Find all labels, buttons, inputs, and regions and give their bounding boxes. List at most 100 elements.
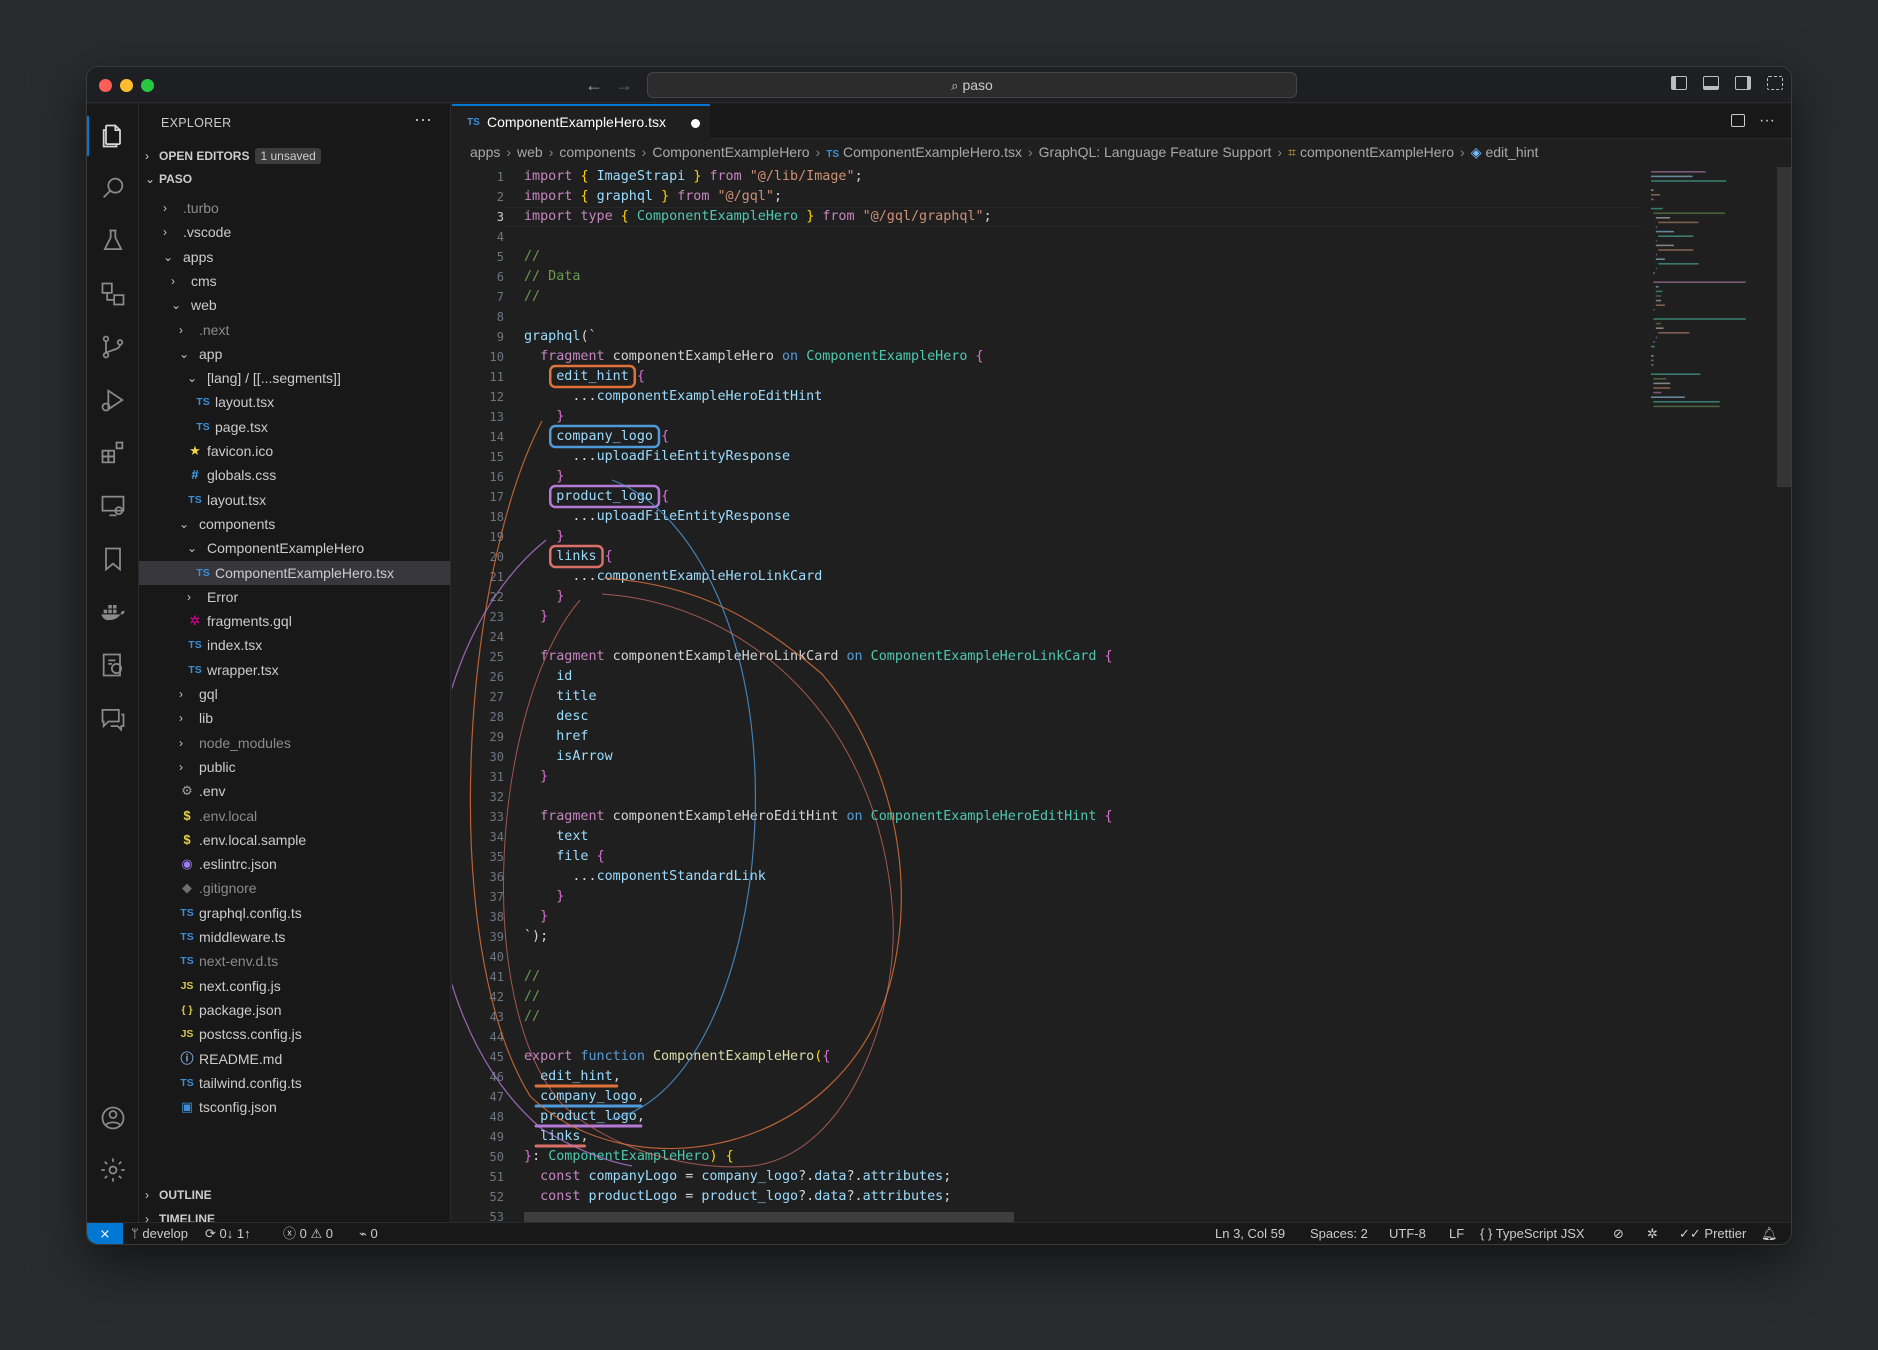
close-window-button[interactable]	[99, 79, 112, 92]
remote-monitor-icon[interactable]	[99, 492, 127, 520]
tree-folder[interactable]: › node_modules	[139, 731, 450, 755]
tree-file[interactable]: TS graphql.config.ts	[139, 901, 450, 925]
tree-folder[interactable]: ⌄ ComponentExampleHero	[139, 536, 450, 560]
tree-folder[interactable]: › .vscode	[139, 220, 450, 244]
horizontal-scrollbar[interactable]	[524, 1212, 1014, 1222]
breadcrumb-item[interactable]: apps	[470, 144, 500, 160]
breadcrumb-item[interactable]: ComponentExampleHero	[652, 144, 809, 160]
tree-file[interactable]: ◉ .eslintrc.json	[139, 852, 450, 876]
copilot-icon[interactable]: ⊘	[1613, 1223, 1624, 1244]
notifications-bell-icon[interactable]: 🔔︎	[1761, 1223, 1778, 1244]
breadcrumb-item[interactable]: web	[517, 144, 543, 160]
toggle-secondary-sidebar-icon[interactable]	[1735, 76, 1752, 91]
remote-indicator-icon[interactable]: ⨯	[87, 1223, 123, 1244]
run-debug-icon[interactable]	[99, 386, 127, 414]
search-icon[interactable]	[99, 174, 127, 202]
back-arrow-icon[interactable]: ←	[585, 75, 603, 95]
zoom-window-button[interactable]	[141, 79, 154, 92]
minimap-line	[1653, 401, 1720, 403]
tree-folder[interactable]: ⌄ components	[139, 512, 450, 536]
split-editor-icon[interactable]	[1731, 114, 1746, 128]
breadcrumb-item[interactable]: componentExampleHero	[1300, 144, 1454, 160]
tree-folder[interactable]: › .turbo	[139, 196, 450, 220]
tree-file[interactable]: TS layout.tsx	[139, 488, 450, 512]
tab-active-file[interactable]: TS ComponentExampleHero.tsx	[452, 104, 710, 140]
root-folder-section[interactable]: ⌄ PASO	[145, 172, 192, 186]
tree-folder[interactable]: › lib	[139, 706, 450, 730]
breadcrumb-item[interactable]: GraphQL: Language Feature Support	[1039, 144, 1272, 160]
settings-gear-icon[interactable]	[99, 1156, 127, 1184]
unsaved-dot-icon[interactable]	[691, 119, 700, 128]
indentation[interactable]: Spaces: 2	[1310, 1223, 1368, 1244]
tree-file[interactable]: JS next.config.js	[139, 974, 450, 998]
tree-file[interactable]: $ .env.local	[139, 804, 450, 828]
tree-file[interactable]: ◆ .gitignore	[139, 876, 450, 900]
minimize-window-button[interactable]	[120, 79, 133, 92]
comments-icon[interactable]	[99, 704, 127, 732]
minimap[interactable]	[1647, 167, 1777, 457]
docker-icon[interactable]	[99, 598, 127, 626]
tree-folder[interactable]: ⌄ app	[139, 342, 450, 366]
formatter-indicator[interactable]: ✓✓ Prettier	[1679, 1223, 1746, 1244]
tree-file[interactable]: { } package.json	[139, 998, 450, 1022]
tree-folder[interactable]: › public	[139, 755, 450, 779]
gitlens-icon[interactable]	[99, 651, 127, 679]
problems-indicator[interactable]: ⓧ 0 ⚠ 0	[283, 1223, 333, 1244]
customize-layout-icon[interactable]	[1767, 76, 1783, 91]
vertical-scrollbar[interactable]	[1777, 167, 1791, 487]
tree-folder[interactable]: › cms	[139, 269, 450, 293]
testing-flask-icon[interactable]	[99, 227, 127, 255]
bookmark-icon[interactable]	[99, 545, 127, 573]
tree-file[interactable]: TS tailwind.config.ts	[139, 1071, 450, 1095]
cursor-position[interactable]: Ln 3, Col 59	[1215, 1223, 1285, 1244]
language-mode[interactable]: { } TypeScript JSX	[1480, 1223, 1585, 1244]
command-center-search[interactable]: ⌕ paso	[647, 72, 1297, 98]
tree-folder[interactable]: › .next	[139, 318, 450, 342]
tree-file[interactable]: ★ favicon.ico	[139, 439, 450, 463]
extensions-icon[interactable]	[99, 439, 127, 467]
code-line: href	[556, 729, 589, 744]
tree-file[interactable]: $ .env.local.sample	[139, 828, 450, 852]
feedback-icon[interactable]: ✲	[1647, 1223, 1658, 1244]
tree-file[interactable]: TS layout.tsx	[139, 390, 450, 414]
branch-indicator[interactable]: ᛘ develop	[131, 1223, 188, 1244]
forward-arrow-icon[interactable]: →	[615, 75, 633, 95]
tree-file[interactable]: TS ComponentExampleHero.tsx	[139, 560, 450, 585]
open-editors-section[interactable]: › OPEN EDITORS 1 unsaved	[145, 148, 321, 164]
tree-file[interactable]: TS middleware.ts	[139, 925, 450, 949]
end-of-line[interactable]: LF	[1449, 1223, 1464, 1244]
tree-folder[interactable]: ⌄ apps	[139, 245, 450, 269]
minimap-line	[1655, 240, 1658, 242]
remote-explorer-icon[interactable]	[99, 280, 127, 308]
breadcrumb-item[interactable]: edit_hint	[1485, 144, 1538, 160]
tree-folder[interactable]: › Error	[139, 585, 450, 609]
tree-file[interactable]: # globals.css	[139, 463, 450, 487]
tree-folder[interactable]: › gql	[139, 682, 450, 706]
tree-file[interactable]: TS page.tsx	[139, 415, 450, 439]
tree-file[interactable]: ⓘ README.md	[139, 1047, 450, 1071]
account-icon[interactable]	[99, 1104, 127, 1132]
ts-file-icon: TS	[180, 906, 194, 919]
sync-indicator[interactable]: ⟳ 0↓ 1↑	[205, 1223, 251, 1244]
tree-file[interactable]: ⚙ .env	[139, 779, 450, 803]
breadcrumb-item[interactable]: components	[559, 144, 635, 160]
tree-file[interactable]: TS index.tsx	[139, 633, 450, 657]
line-number: 4	[496, 230, 504, 244]
ports-indicator[interactable]: ⌁ 0	[359, 1223, 378, 1244]
tree-file[interactable]: ▣ tsconfig.json	[139, 1095, 450, 1119]
breadcrumb-item[interactable]: ComponentExampleHero.tsx	[843, 144, 1022, 160]
more-actions-icon[interactable]: ···	[414, 109, 432, 130]
encoding[interactable]: UTF-8	[1389, 1223, 1426, 1244]
tree-file[interactable]: JS postcss.config.js	[139, 1022, 450, 1046]
tree-file[interactable]: TS wrapper.tsx	[139, 658, 450, 682]
section-outline[interactable]: › OUTLINE	[145, 1188, 212, 1202]
toggle-panel-icon[interactable]	[1703, 76, 1720, 91]
tree-folder[interactable]: ⌄ [lang] / [[...segments]]	[139, 366, 450, 390]
source-control-icon[interactable]	[99, 333, 127, 361]
toggle-primary-sidebar-icon[interactable]	[1671, 76, 1688, 91]
tree-file[interactable]: TS next-env.d.ts	[139, 949, 450, 973]
tree-folder[interactable]: ⌄ web	[139, 293, 450, 317]
explorer-icon[interactable]	[99, 122, 127, 150]
tree-file[interactable]: ✲ fragments.gql	[139, 609, 450, 633]
more-actions-icon[interactable]: ···	[1759, 112, 1775, 129]
